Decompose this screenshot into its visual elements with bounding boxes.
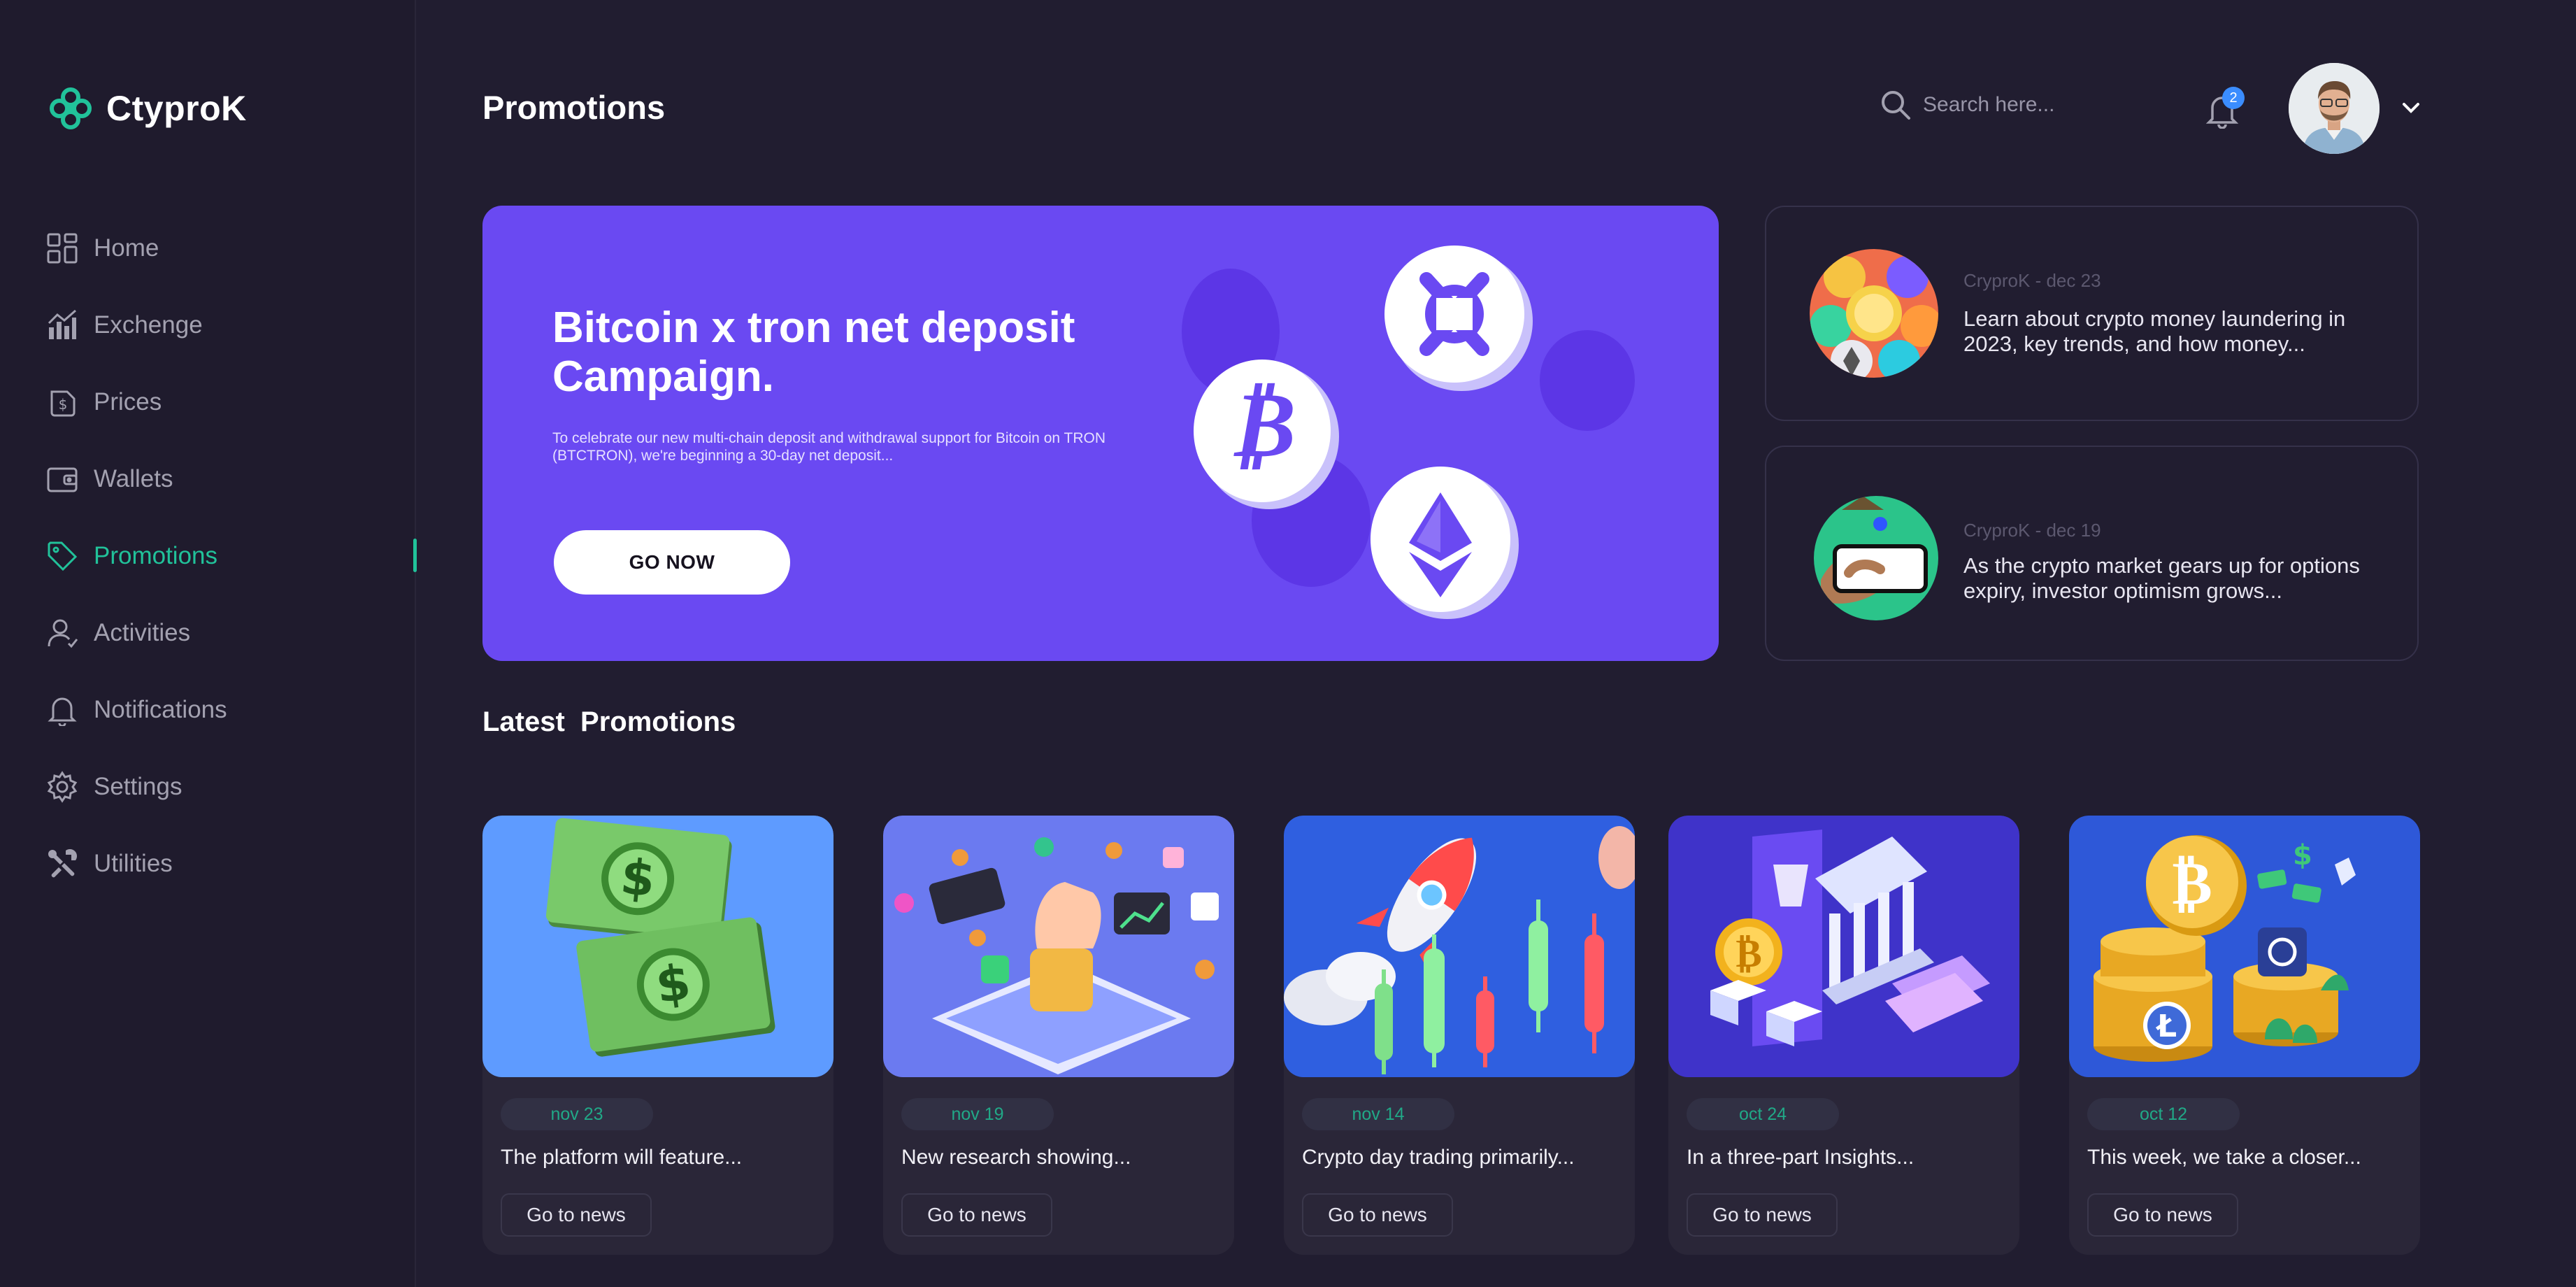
promo-image: ₿ — [1668, 816, 2019, 1077]
go-to-news-button[interactable]: Go to news — [2087, 1193, 2238, 1237]
tag-icon — [48, 541, 78, 571]
promo-card[interactable]: nov 19 New research showing... Go to new… — [883, 816, 1234, 1255]
active-indicator — [413, 539, 417, 572]
promo-text: The platform will feature... — [501, 1146, 743, 1169]
promo-image: ₿ Ł $ — [2069, 816, 2420, 1077]
date-badge: nov 23 — [501, 1098, 653, 1130]
svg-text:$: $ — [2293, 839, 2312, 872]
tools-icon — [48, 849, 78, 878]
promo-image: $ $ — [482, 816, 833, 1077]
go-now-button[interactable]: GO NOW — [554, 530, 790, 595]
sidebar-item-exchenge[interactable]: Exchenge — [46, 287, 417, 364]
date-badge: oct 12 — [2087, 1098, 2240, 1130]
news-text: Learn about crypto money laundering in 2… — [1963, 306, 2346, 356]
hand-on-tablet-illustration — [883, 816, 1234, 1077]
sidebar-item-label: Promotions — [94, 542, 218, 569]
crypto-coins-collage-icon — [1810, 249, 1938, 378]
notifications-button[interactable]: 2 — [2205, 87, 2245, 130]
bell-icon — [48, 697, 77, 726]
go-to-news-button[interactable]: Go to news — [1687, 1193, 1838, 1237]
news-card[interactable]: CryproK - dec 23 Learn about crypto mone… — [1765, 206, 2419, 421]
sidebar-item-activities[interactable]: Activities — [46, 595, 417, 671]
coin-stacks-illustration: ₿ Ł $ — [2069, 816, 2420, 1077]
section-title: Latest Promotions — [482, 706, 736, 737]
price-tag-icon: $ — [50, 390, 76, 417]
news-thumbnail — [1814, 496, 1938, 620]
sidebar-nav: Home Exchenge $ Prices Wallets Promotion… — [46, 210, 417, 902]
svg-text:₿: ₿ — [1736, 931, 1761, 976]
logo[interactable]: CtyproK — [46, 84, 247, 133]
go-to-news-button[interactable]: Go to news — [501, 1193, 652, 1237]
search-box[interactable] — [1880, 89, 2105, 121]
promo-card[interactable]: $ $ nov 23 The platform will feature... … — [482, 816, 833, 1255]
logo-icon — [50, 87, 92, 129]
date-badge: nov 19 — [901, 1098, 1054, 1130]
news-meta: CryproK - dec 23 — [1963, 270, 2101, 291]
page-title: Promotions — [482, 89, 666, 126]
hero-banner: Bitcoin x tron net deposit Campaign. To … — [482, 206, 1719, 661]
crypto-coins-illustration: ₿ — [1182, 246, 1635, 619]
promo-card[interactable]: ₿ oct 24 In a three-part Insights... Go … — [1668, 816, 2019, 1255]
sidebar: CtyproK Home Exchenge $ Prices Wallets P… — [0, 0, 417, 1287]
sidebar-item-label: Utilities — [94, 850, 173, 877]
promo-card[interactable]: nov 14 Crypto day trading primarily... G… — [1284, 816, 1635, 1255]
ripple-coin-icon — [1384, 246, 1533, 391]
gear-icon — [47, 771, 78, 803]
sidebar-item-promotions[interactable]: Promotions — [46, 518, 417, 595]
svg-text:₿: ₿ — [1228, 371, 1296, 478]
sidebar-item-utilities[interactable]: Utilities — [46, 825, 417, 902]
svg-text:$: $ — [59, 396, 68, 413]
news-card[interactable]: CryproK - dec 19 As the crypto market ge… — [1765, 446, 2419, 661]
ethereum-coin-icon — [1371, 467, 1519, 619]
news-text: As the crypto market gears up for option… — [1963, 553, 2360, 603]
sidebar-item-settings[interactable]: Settings — [46, 748, 417, 825]
sidebar-item-notifications[interactable]: Notifications — [46, 671, 417, 748]
chevron-down-icon[interactable] — [2398, 95, 2424, 120]
search-input[interactable] — [1923, 93, 2105, 117]
sidebar-item-label: Notifications — [94, 696, 227, 723]
app-name: CtyproK — [106, 89, 247, 128]
wallet-icon — [47, 467, 78, 492]
user-icon — [48, 619, 78, 648]
date-badge: nov 14 — [1302, 1098, 1454, 1130]
grid-icon — [47, 233, 78, 264]
bitcoin-coin-icon: ₿ — [1194, 360, 1339, 509]
promo-text: This week, we take a closer... — [2087, 1146, 2361, 1169]
search-icon — [1882, 91, 1910, 120]
notification-badge: 2 — [2222, 87, 2245, 109]
sidebar-item-wallets[interactable]: Wallets — [46, 441, 417, 518]
promo-text: Crypto day trading primarily... — [1302, 1146, 1575, 1169]
sidebar-item-label: Settings — [94, 773, 183, 800]
hero-description: To celebrate our new multi-chain deposit… — [552, 430, 1106, 464]
promo-text: New research showing... — [901, 1146, 1131, 1169]
go-to-news-button[interactable]: Go to news — [901, 1193, 1052, 1237]
sidebar-item-label: Home — [94, 234, 159, 262]
promo-text: In a three-part Insights... — [1687, 1146, 1915, 1169]
sidebar-item-label: Exchenge — [94, 311, 203, 339]
news-meta: CryproK - dec 19 — [1963, 520, 2101, 541]
user-photo — [2289, 63, 2380, 154]
sidebar-item-home[interactable]: Home — [46, 210, 417, 287]
bank-phone-illustration: ₿ — [1668, 816, 2019, 1077]
rocket-candles-illustration — [1284, 816, 1635, 1077]
chart-icon — [48, 309, 76, 339]
phone-hand-icon — [1814, 496, 1938, 620]
hero-title: Bitcoin x tron net deposit Campaign. — [552, 304, 1075, 401]
sidebar-item-label: Prices — [94, 388, 162, 415]
svg-text:$: $ — [618, 848, 658, 909]
svg-text:₿: ₿ — [2172, 848, 2212, 918]
news-thumbnail — [1810, 249, 1938, 378]
promo-card[interactable]: ₿ Ł $ oct 12 This week, we take a closer… — [2069, 816, 2420, 1255]
sidebar-item-label: Wallets — [94, 465, 173, 492]
promo-image — [1284, 816, 1635, 1077]
go-to-news-button[interactable]: Go to news — [1302, 1193, 1453, 1237]
date-badge: oct 24 — [1687, 1098, 1839, 1130]
sidebar-item-prices[interactable]: $ Prices — [46, 364, 417, 441]
promo-image — [883, 816, 1234, 1077]
sidebar-item-label: Activities — [94, 619, 191, 646]
avatar[interactable] — [2289, 63, 2380, 154]
svg-text:Ł: Ł — [2156, 1009, 2177, 1044]
dollar-bills-illustration: $ $ — [482, 816, 833, 1077]
